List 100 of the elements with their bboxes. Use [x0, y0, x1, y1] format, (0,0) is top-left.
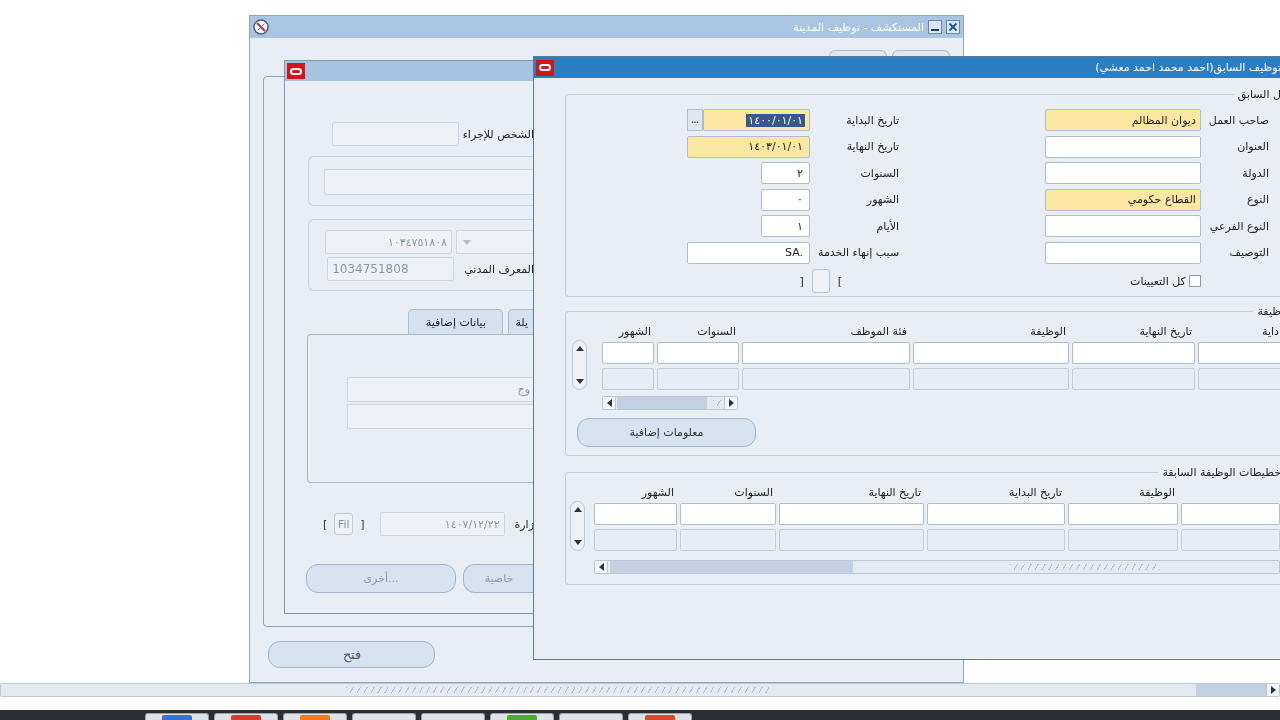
- taskbar-button[interactable]: [628, 713, 692, 720]
- table-cell[interactable]: [1181, 503, 1280, 525]
- column-header: تاريخ النهاية: [1138, 325, 1193, 338]
- input-field[interactable]: [324, 169, 534, 195]
- table-cell[interactable]: [1198, 342, 1280, 364]
- taskbar-button[interactable]: [421, 713, 485, 720]
- caret-icon: [463, 239, 471, 245]
- table-cell[interactable]: [594, 529, 677, 551]
- field-label: الدولة: [1241, 165, 1270, 182]
- tab[interactable]: بيانات إضافية: [408, 309, 504, 334]
- section-title: ل السابق: [1236, 88, 1280, 101]
- table-cell[interactable]: [657, 368, 739, 390]
- table-cell[interactable]: [1068, 503, 1178, 525]
- field-label: تاريخ النهاية: [845, 139, 900, 155]
- input-field: ١٠٣٤٧٥١٨٠٨: [325, 230, 452, 254]
- input-field[interactable]: ديوان المظالم: [1044, 109, 1201, 131]
- horizontal-scrollbar[interactable]: [0, 683, 1280, 697]
- lov-button[interactable]: ...: [687, 109, 703, 131]
- column-header: السنوات: [696, 325, 737, 338]
- column-header: تاريخ البداية: [1008, 486, 1063, 499]
- field-label: الشهور: [865, 192, 900, 208]
- window-icon: [287, 63, 305, 79]
- input-field[interactable]: ٠: [761, 188, 810, 211]
- column-header: السنوات: [733, 486, 774, 499]
- table-cell[interactable]: [913, 368, 1069, 390]
- taskbar-button[interactable]: [559, 713, 623, 720]
- field-label: الأيام: [875, 218, 900, 235]
- table-cell[interactable]: [602, 342, 654, 364]
- table-cell[interactable]: [1072, 368, 1195, 390]
- input-field[interactable]: القطاع حكومي: [1044, 188, 1201, 211]
- taskbar-button[interactable]: [145, 713, 209, 720]
- table-cell[interactable]: [1068, 529, 1178, 551]
- vertical-scrollbar[interactable]: [572, 340, 587, 390]
- input-field[interactable]: ١: [761, 215, 810, 237]
- input-field[interactable]: ١٤٠٣/٠١/٠١: [687, 135, 810, 158]
- more-info-button[interactable]: معلومات إضافية: [577, 418, 756, 447]
- column-header: الوظيفة: [1138, 486, 1176, 499]
- table-cell[interactable]: [742, 342, 910, 364]
- input-field[interactable]: ٢: [761, 162, 810, 184]
- field-label: التوصيف: [1228, 245, 1270, 261]
- input-field[interactable]: [347, 404, 534, 429]
- date-field: ١٤٠٧/١٢/٢٢: [379, 512, 505, 536]
- input-field[interactable]: [1044, 135, 1201, 158]
- table-cell[interactable]: [742, 368, 910, 390]
- taskbar-button[interactable]: [352, 713, 416, 720]
- input-field[interactable]: [1044, 215, 1201, 237]
- table-cell[interactable]: [927, 503, 1065, 525]
- table-cell[interactable]: [1198, 368, 1280, 390]
- column-header: فئة الموظف: [849, 325, 908, 338]
- field-label: المعرف المدني: [464, 262, 534, 276]
- bracket: [: [799, 274, 804, 288]
- column-header: داية: [1261, 325, 1280, 338]
- table-cell[interactable]: [1072, 342, 1195, 364]
- table-cell[interactable]: [680, 503, 776, 525]
- input-field[interactable]: [1044, 241, 1201, 264]
- section-title: ظيفة: [1256, 305, 1280, 318]
- field-label: النوع الفرعي: [1208, 218, 1270, 235]
- input-field: 1034751808: [327, 257, 455, 281]
- app-icon: [645, 715, 675, 720]
- input-field: وج: [347, 377, 534, 402]
- input-field[interactable]: ١٤٠٠/٠١/٠١: [703, 109, 810, 131]
- field-label: صاحب العمل: [1207, 112, 1270, 129]
- table-cell[interactable]: [1181, 529, 1280, 551]
- vertical-scrollbar[interactable]: [570, 501, 585, 551]
- section-title: خطيطات الوظيفة السابقة: [1161, 466, 1280, 479]
- bracket: [: [322, 517, 328, 531]
- field-label: الشخص للإجراء: [462, 127, 534, 141]
- input-field[interactable]: [331, 122, 459, 146]
- minimize-icon[interactable]: [928, 20, 942, 34]
- window-title: توظيف السابق(احمد محمد احمد معشي): [1094, 61, 1280, 74]
- table-cell[interactable]: [779, 529, 924, 551]
- tab[interactable]: يلة: [508, 309, 534, 334]
- table-cell[interactable]: [779, 503, 924, 525]
- taskbar-button[interactable]: [283, 713, 347, 720]
- field-label: العنوان: [1236, 139, 1270, 155]
- taskbar-button[interactable]: [214, 713, 278, 720]
- field-label: تاريخ البداية: [845, 112, 900, 129]
- table-cell[interactable]: [913, 342, 1069, 364]
- column-header: الشهور: [640, 486, 675, 499]
- attachment-field[interactable]: [811, 269, 830, 293]
- horizontal-scrollbar[interactable]: [594, 560, 1280, 574]
- input-field[interactable]: [1044, 162, 1201, 184]
- horizontal-scrollbar[interactable]: [602, 396, 738, 410]
- table-cell[interactable]: [602, 368, 654, 390]
- field-label: سبب إنهاء الخدمة: [817, 245, 900, 261]
- window-icon: [536, 59, 554, 76]
- open-button[interactable]: فتح: [268, 641, 435, 668]
- taskbar-button[interactable]: [490, 713, 554, 720]
- table-cell[interactable]: [594, 503, 677, 525]
- table-cell[interactable]: [680, 529, 776, 551]
- input-field[interactable]: SA.: [687, 241, 810, 264]
- close-icon[interactable]: [946, 20, 960, 34]
- table-cell[interactable]: [657, 342, 739, 364]
- field-label: النوع: [1246, 192, 1270, 208]
- checkbox[interactable]: [1188, 275, 1201, 287]
- table-cell[interactable]: [927, 529, 1065, 551]
- column-header: تاريخ النهاية: [867, 486, 922, 499]
- column-header: الشهور: [617, 325, 652, 338]
- checkbox-label: كل التعيينات: [1130, 274, 1186, 288]
- dropdown-field[interactable]: [456, 230, 534, 254]
